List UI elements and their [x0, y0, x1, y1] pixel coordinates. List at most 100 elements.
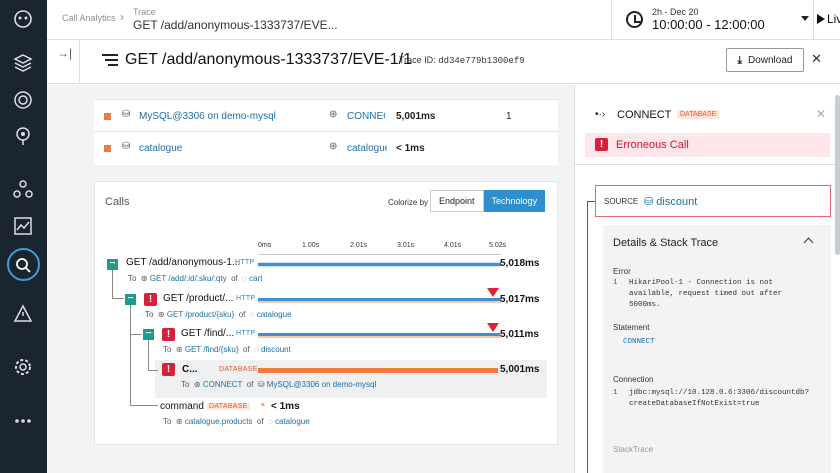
database-color-swatch [104, 113, 111, 120]
colorize-endpoint-button[interactable]: Endpoint [430, 190, 484, 212]
code-line: available, request timed out after [629, 290, 783, 298]
tree-line [148, 339, 149, 371]
details-panel: •·› CONNECT DATABASE ✕ ! Erroneous Call … [574, 85, 840, 473]
play-icon [817, 14, 825, 24]
axis-tick-label: 2.01s [350, 242, 368, 249]
error-icon: ! [162, 328, 175, 341]
layers-icon[interactable] [12, 52, 34, 74]
download-label: Download [747, 54, 793, 66]
axis-tick-label: 1.00s [302, 242, 320, 249]
more-icon[interactable] [12, 410, 34, 432]
call-label[interactable]: C... [182, 364, 198, 375]
table-cell-op[interactable]: CONNECT [347, 111, 385, 122]
close-icon[interactable]: ✕ [816, 107, 826, 121]
database-icon: ⛁ [122, 109, 131, 120]
code-line: jdbc:mysql://10.128.0.6:3306/discountdb? [629, 389, 810, 397]
table-cell-op[interactable]: catalogue [347, 143, 387, 154]
call-target: To ⊛ GET /find/{sku} of ◌ discount [163, 345, 291, 354]
details-stack-trace: Details & Stack Trace Error 1 HikariPool-… [603, 225, 831, 473]
collapse-button[interactable]: − [143, 329, 154, 340]
connect-icon: •·› [595, 109, 606, 120]
call-tag: HTTP [235, 259, 255, 266]
table-cell-name[interactable]: catalogue [139, 143, 182, 154]
chevron-up-icon[interactable] [803, 237, 814, 248]
database-icon: ⛁ [122, 141, 131, 152]
time-range-picker[interactable]: 2h - Dec 20 10:00:00 - 12:00:00 [611, 0, 814, 40]
scrollbar[interactable] [835, 95, 840, 255]
chart-icon[interactable] [12, 215, 34, 237]
download-button[interactable]: ⤓ Download [726, 48, 804, 72]
call-endpoint-link[interactable]: GET /add/:id/:sku/:qty [150, 274, 227, 283]
download-icon: ⤓ [737, 54, 742, 66]
call-bar [258, 333, 500, 336]
call-endpoint-link[interactable]: GET /product/{sku} [167, 310, 234, 319]
chevron-right-icon: › [120, 10, 124, 24]
call-service-link[interactable]: MySQL@3306 on demo-mysql [267, 380, 377, 389]
call-service-link[interactable]: discount [261, 345, 291, 354]
network-icon[interactable] [12, 178, 34, 200]
target-icon[interactable] [12, 89, 34, 111]
call-to-label: To [163, 417, 172, 426]
source-link[interactable]: ⛁ discount [644, 195, 697, 208]
statement-label: Statement [613, 323, 650, 332]
details-title[interactable]: Details & Stack Trace [613, 237, 718, 249]
source-box[interactable]: SOURCE ⛁ discount [595, 185, 831, 217]
call-label[interactable]: GET /product/... [163, 293, 233, 304]
axis-tick-label: 5.02s [489, 242, 507, 249]
table-row[interactable]: ⛁ catalogue ⊛ catalogue < 1ms [94, 132, 558, 164]
call-of-label: of [246, 380, 254, 389]
alert-icon[interactable] [12, 303, 34, 325]
divider [79, 40, 80, 84]
sidebar [0, 0, 47, 473]
calls-title: Calls [105, 196, 130, 208]
call-target: To ⊛ catalogue.products of ◌ catalogue [163, 417, 310, 426]
axis-tick-label: 4.01s [444, 242, 462, 249]
tree-line [130, 334, 142, 335]
error-marker-icon [487, 323, 499, 332]
call-duration: 5,001ms [500, 364, 540, 375]
erroneous-call-banner: ! Erroneous Call [585, 133, 830, 157]
call-label[interactable]: GET /find/... [181, 328, 234, 339]
table-row[interactable]: ⛁ MySQL@3306 on demo-mysql ⊛ CONNECT 5,0… [94, 100, 558, 132]
call-service-link[interactable]: catalogue [257, 310, 292, 319]
call-endpoint-link[interactable]: catalogue.products [185, 417, 253, 426]
call-service-link[interactable]: catalogue [275, 417, 310, 426]
collapse-button[interactable]: − [125, 294, 136, 305]
axis-tick-label: 3.01s [397, 242, 415, 249]
call-service-link[interactable]: cart [249, 274, 262, 283]
call-label[interactable]: command [160, 401, 204, 412]
call-endpoint-link[interactable]: GET /find/{sku} [185, 345, 239, 354]
logo-icon[interactable] [12, 8, 34, 30]
call-duration: 5,017ms [500, 294, 540, 305]
error-icon: ! [144, 293, 157, 306]
call-target: To ⊛ GET /product/{sku} of ◌ catalogue [145, 310, 292, 319]
call-target: To ⊛ CONNECT of ⛁ MySQL@3306 on demo-mys… [181, 380, 377, 389]
search-icon[interactable] [12, 254, 34, 276]
clock-icon [626, 11, 643, 28]
breadcrumb-app[interactable]: Call Analytics [62, 13, 116, 23]
call-endpoint-link[interactable]: CONNECT [203, 380, 242, 389]
main-panel: ⛁ MySQL@3306 on demo-mysql ⊛ CONNECT 5,0… [47, 85, 574, 473]
database-table: ⛁ MySQL@3306 on demo-mysql ⊛ CONNECT 5,0… [94, 99, 558, 165]
collapse-button[interactable]: − [107, 259, 118, 270]
gear-icon[interactable] [12, 356, 34, 378]
erroneous-call-text: Erroneous Call [616, 139, 689, 151]
caret-down-icon [801, 16, 809, 21]
database-color-swatch [104, 145, 111, 152]
call-to-label: To [145, 310, 154, 319]
colorize-technology-button[interactable]: Technology [483, 190, 546, 212]
axis-line [258, 254, 501, 255]
close-icon[interactable]: ✕ [811, 51, 822, 67]
error-icon: ! [162, 363, 175, 376]
collapse-panel-icon[interactable]: →| [57, 46, 72, 60]
table-cell-name[interactable]: MySQL@3306 on demo-mysql [139, 111, 276, 122]
live-button[interactable]: Live [827, 12, 840, 26]
error-label: Error [613, 267, 631, 276]
map-pin-icon[interactable] [12, 125, 34, 147]
call-duration: 5,018ms [500, 258, 540, 269]
trace-id: Trace ID: dd34e779b1300ef9 [399, 55, 525, 66]
connection-label: Connection [613, 375, 654, 384]
call-label[interactable]: GET /add/anonymous-1... [126, 257, 240, 268]
page-title: GET /add/anonymous-1333737/EVE-1/1 [125, 51, 412, 68]
source-name[interactable]: discount [656, 196, 697, 208]
